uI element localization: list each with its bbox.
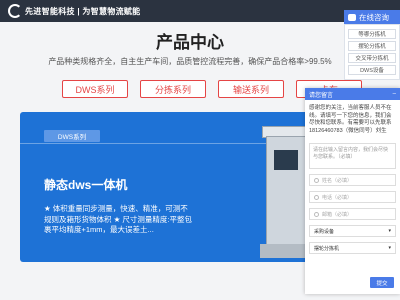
tab-conveying[interactable]: 输送系列 <box>218 80 284 98</box>
phone-field[interactable]: 电话（必填） <box>309 191 396 203</box>
product-category-badge: DWS系列 <box>44 130 100 142</box>
online-consult-label: 在线咨询 <box>359 12 389 22</box>
product-select[interactable]: 摆轮分拣机 ▾ <box>309 242 396 254</box>
message-header-title: 请您留言 <box>309 92 334 99</box>
page-title: 产品中心 <box>156 33 224 52</box>
logo-icon <box>8 4 22 18</box>
service-list: 等哪分拣机 摆轮分拣机 交叉带分拣机 DWS设备 <box>344 24 400 80</box>
message-header: 请您留言 – <box>305 88 400 100</box>
name-field[interactable]: 姓名（必填） <box>309 174 396 186</box>
machine-screen <box>274 150 298 170</box>
online-consult-button[interactable]: 在线咨询 <box>344 10 400 24</box>
service-item[interactable]: DWS设备 <box>348 65 396 75</box>
service-item[interactable]: 交叉带分拣机 <box>348 53 396 63</box>
chevron-down-icon: ▾ <box>388 228 391 234</box>
email-field-placeholder: 邮箱（必填） <box>322 211 353 218</box>
company-logo[interactable]: 先进智能科技 | 为智慧物流赋能 <box>8 3 140 19</box>
user-icon <box>314 177 319 183</box>
logo-text: 先进智能科技 | 为智慧物流赋能 <box>25 6 141 16</box>
product-select-value: 摆轮分拣机 <box>314 245 340 252</box>
email-field[interactable]: 邮箱（必填） <box>309 208 396 220</box>
top-nav-bar: 先进智能科技 | 为智慧物流赋能 <box>0 0 400 22</box>
tab-dws[interactable]: DWS系列 <box>62 80 128 98</box>
tab-sorting[interactable]: 分拣系列 <box>140 80 206 98</box>
phone-field-placeholder: 电话（必填） <box>322 194 353 201</box>
mail-icon <box>314 211 319 217</box>
message-intro: 感谢您的关注，当前客服人员不在线。请填写一下您的信息，我们会尽快和您联系。有需要… <box>309 105 392 134</box>
product-title: 静态dws一体机 <box>44 178 128 192</box>
phone-icon <box>314 194 319 200</box>
name-field-placeholder: 姓名（必填） <box>322 177 353 184</box>
service-item[interactable]: 等哪分拣机 <box>348 29 396 39</box>
chat-icon <box>348 13 356 21</box>
message-textarea[interactable]: 请在此输入留言内容，我们会尽快与您联系。（必填） <box>309 143 396 169</box>
product-description: ★ 体积重量同步测量，快速、精准，可测不规则及箱形货物体积 ★ 尺寸测量精度:平… <box>44 204 192 234</box>
message-panel: 请您留言 – 感谢您的关注，当前客服人员不在线。请填写一下您的信息，我们会尽快和… <box>305 88 400 294</box>
product-card[interactable]: DWS系列 静态dws一体机 ★ 体积重量同步测量，快速、精准，可测不规则及箱形… <box>20 112 320 262</box>
service-item[interactable]: 摆轮分拣机 <box>348 41 396 51</box>
chevron-down-icon: ▾ <box>388 245 391 251</box>
minimize-icon[interactable]: – <box>393 91 396 97</box>
page-subtitle: 产品种类规格齐全，自主生产车间，品质管控流程完善，确保产品合格率>99.5% <box>48 57 332 66</box>
submit-button[interactable]: 提交 <box>370 277 394 288</box>
purpose-select-value: 采购设备 <box>314 228 335 235</box>
purpose-select[interactable]: 采购设备 ▾ <box>309 225 396 237</box>
